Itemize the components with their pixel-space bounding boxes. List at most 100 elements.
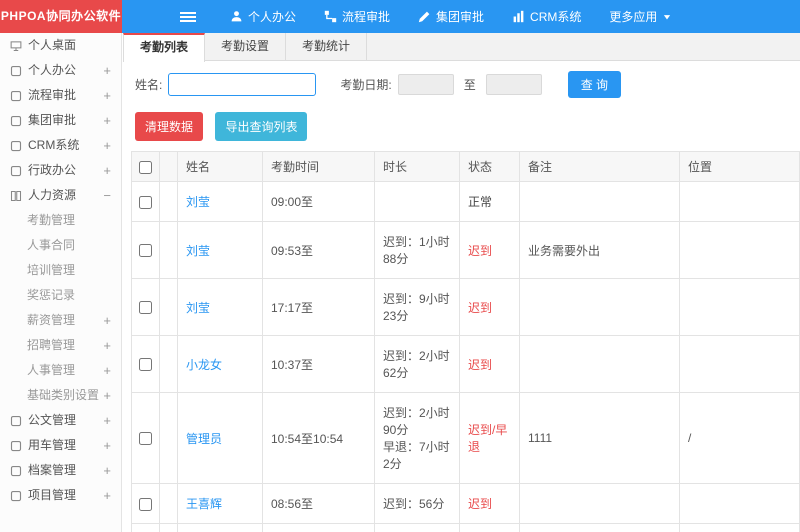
spacer-column-header	[159, 151, 178, 182]
nav-label: 流程审批	[342, 10, 391, 24]
nav-more-apps[interactable]: 更多应用	[595, 0, 686, 33]
table-row: 黄莺13:20至13:20迟到：5小时33分 早退：4小时67分迟到/早退 /	[131, 523, 800, 532]
sidebar-item-project-mgmt[interactable]: 项目管理 +	[0, 483, 121, 508]
time-cell: 09:00至	[262, 181, 375, 222]
note-cell: 业务需要外出	[519, 221, 680, 279]
sidebar-item-personal-office[interactable]: 个人办公 +	[0, 58, 121, 83]
hamburger-icon	[180, 9, 196, 25]
date-from-input[interactable]	[397, 74, 454, 95]
spacer-cell	[159, 278, 178, 336]
sidebar-item-hr[interactable]: 人力资源 −	[0, 183, 121, 208]
approval-icon	[10, 115, 22, 127]
car-icon	[10, 440, 22, 452]
expand-icon[interactable]: +	[103, 433, 121, 458]
sidebar-subitem-attendance-mgmt[interactable]: 考勤管理	[0, 208, 121, 233]
sidebar-subitem-personnel-mgmt[interactable]: 人事管理 +	[0, 358, 121, 383]
sidebar-item-admin-office[interactable]: 行政办公 +	[0, 158, 121, 183]
expand-icon[interactable]: +	[103, 333, 121, 358]
row-checkbox[interactable]	[139, 432, 152, 446]
name-cell: 黄莺	[177, 523, 263, 532]
expand-icon[interactable]: +	[103, 358, 121, 383]
expand-icon[interactable]: +	[103, 483, 121, 508]
menu-toggle[interactable]	[170, 0, 206, 33]
sidebar-item-desktop[interactable]: 个人桌面	[0, 33, 121, 58]
employee-name-link[interactable]: 刘莹	[186, 244, 210, 258]
nav-personal-office[interactable]: 个人办公	[216, 0, 310, 33]
tab-attendance-list[interactable]: 考勤列表	[123, 33, 206, 62]
sidebar-item-label: 档案管理	[28, 463, 77, 477]
spacer-cell	[159, 221, 178, 279]
sidebar-subitem-base-category-settings[interactable]: 基础类别设置 +	[0, 383, 121, 408]
expand-icon[interactable]: +	[103, 108, 121, 133]
note-cell: 1111	[519, 392, 680, 484]
nav-crm-system[interactable]: CRM系统	[498, 0, 595, 33]
status-badge: 迟到	[468, 300, 493, 315]
action-bar: 清理数据 导出查询列表	[123, 106, 800, 151]
top-nav: 个人办公 流程审批 集团审批 CRM系统 更多应用	[216, 0, 686, 33]
select-all-checkbox[interactable]	[139, 160, 152, 174]
location-cell	[679, 483, 800, 524]
nav-workflow-approval[interactable]: 流程审批	[310, 0, 404, 33]
name-filter-input[interactable]	[168, 73, 317, 96]
search-button[interactable]: 查 询	[567, 71, 622, 98]
expand-icon[interactable]: +	[103, 58, 121, 83]
collapse-icon[interactable]: −	[103, 183, 121, 208]
sidebar-item-document-mgmt[interactable]: 公文管理 +	[0, 408, 121, 433]
sidebar-subitem-label: 人事管理	[27, 363, 76, 377]
row-checkbox[interactable]	[139, 244, 152, 258]
row-checkbox[interactable]	[139, 497, 152, 511]
row-checkbox-cell	[131, 278, 160, 336]
duration-cell	[374, 181, 460, 222]
status-badge: 正常	[468, 195, 493, 209]
sidebar-item-archive-mgmt[interactable]: 档案管理 +	[0, 458, 121, 483]
expand-icon[interactable]: +	[103, 383, 121, 408]
tab-attendance-stats[interactable]: 考勤统计	[286, 33, 368, 60]
expand-icon[interactable]: +	[103, 83, 121, 108]
sidebar-subitem-label: 招聘管理	[27, 338, 76, 352]
expand-icon[interactable]: +	[103, 408, 121, 433]
column-header-time: 考勤时间	[262, 151, 375, 182]
expand-icon[interactable]: +	[103, 133, 121, 158]
sidebar-item-group-approval[interactable]: 集团审批 +	[0, 108, 121, 133]
employee-name-link[interactable]: 王喜辉	[186, 497, 222, 511]
expand-icon[interactable]: +	[103, 458, 121, 483]
row-checkbox[interactable]	[139, 301, 152, 315]
sidebar: 个人桌面个人办公 + 流程审批 + 集团审批 + CRM系统 + 行政办公 + 人力资源 − 考勤管理人…	[0, 33, 122, 532]
note-cell	[519, 181, 680, 222]
employee-name-link[interactable]: 管理员	[186, 432, 222, 446]
employee-name-link[interactable]: 刘莹	[186, 195, 210, 209]
row-checkbox[interactable]	[139, 195, 152, 209]
sidebar-subitem-salary-mgmt[interactable]: 薪资管理 +	[0, 308, 121, 333]
sidebar-subitem-recruitment-mgmt[interactable]: 招聘管理 +	[0, 333, 121, 358]
date-to-input[interactable]	[485, 74, 542, 95]
expand-icon[interactable]: +	[103, 308, 121, 333]
tab-attendance-settings[interactable]: 考勤设置	[205, 33, 287, 60]
sidebar-subitem-personnel-contract[interactable]: 人事合同	[0, 233, 121, 258]
status-cell: 正常	[459, 181, 520, 222]
sidebar-item-label: 个人桌面	[28, 38, 77, 52]
duration-cell: 迟到：2小时90分 早退：7小时2分	[374, 392, 460, 484]
sidebar-subitem-training-mgmt[interactable]: 培训管理	[0, 258, 121, 283]
table-header-row: 姓名 考勤时间 时长 状态 备注 位置	[131, 151, 800, 182]
time-cell: 10:54至10:54	[262, 392, 375, 484]
export-list-button[interactable]: 导出查询列表	[215, 112, 308, 141]
project-icon	[10, 490, 22, 502]
expand-icon[interactable]: +	[103, 158, 121, 183]
user-icon	[10, 65, 22, 77]
sidebar-item-vehicle-mgmt[interactable]: 用车管理 +	[0, 433, 121, 458]
employee-name-link[interactable]: 小龙女	[186, 358, 222, 372]
status-cell: 迟到/早退	[459, 392, 520, 484]
clear-data-button[interactable]: 清理数据	[135, 112, 204, 141]
sidebar-item-workflow-approval[interactable]: 流程审批 +	[0, 83, 121, 108]
employee-name-link[interactable]: 刘莹	[186, 301, 210, 315]
time-cell: 13:20至13:20	[262, 523, 375, 532]
time-cell: 09:53至	[262, 221, 375, 279]
sidebar-subitem-reward-record[interactable]: 奖惩记录	[0, 283, 121, 308]
row-checkbox-cell	[131, 483, 160, 524]
sidebar-subitem-label: 人事合同	[27, 238, 76, 252]
row-checkbox[interactable]	[139, 358, 152, 372]
sidebar-item-crm-system[interactable]: CRM系统 +	[0, 133, 121, 158]
nav-group-approval[interactable]: 集团审批	[404, 0, 498, 33]
spacer-cell	[159, 181, 178, 222]
topbar: PHPOA协同办公软件 个人办公 流程审批 集团审批 CRM系统 更多应用	[0, 0, 800, 33]
